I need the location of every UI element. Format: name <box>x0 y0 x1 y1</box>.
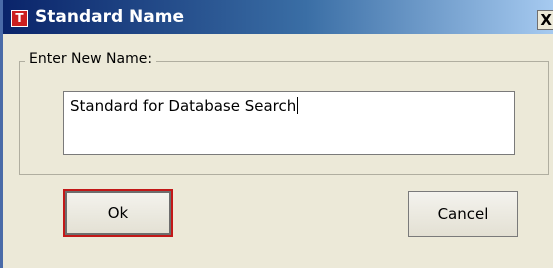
dialog-window: T Standard Name X Enter New Name: Standa… <box>0 0 553 268</box>
group-legend: Enter New Name: <box>25 51 157 67</box>
name-input[interactable]: Standard for Database Search <box>63 91 515 155</box>
text-caret <box>297 97 299 114</box>
window-title: Standard Name <box>35 7 184 27</box>
name-input-value: Standard for Database Search <box>70 97 297 115</box>
title-bar[interactable]: T Standard Name X <box>3 0 553 34</box>
app-icon: T <box>11 10 28 27</box>
close-button[interactable]: X <box>537 10 553 30</box>
ok-button[interactable]: Ok <box>63 189 173 237</box>
cancel-button[interactable]: Cancel <box>408 191 518 237</box>
